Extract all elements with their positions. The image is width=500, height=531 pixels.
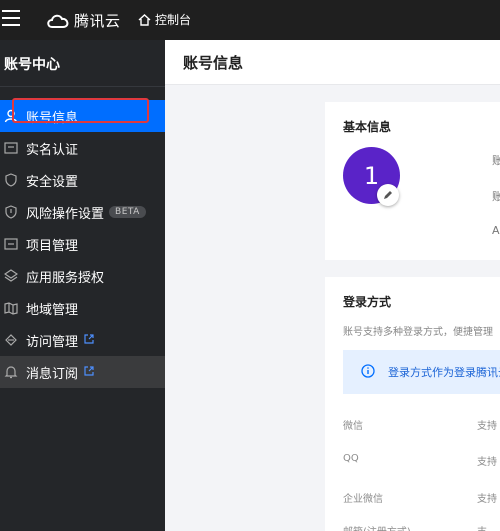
shield-icon <box>3 172 19 188</box>
account-field-label: 账 <box>492 190 500 203</box>
layers-icon <box>3 268 19 284</box>
page-title: 账号信息 <box>183 54 244 72</box>
console-label: 控制台 <box>155 13 192 27</box>
login-method-label: 邮箱(注册方式) <box>343 523 411 531</box>
login-method-label: 微信 <box>343 421 363 432</box>
account-field-label: 账 <box>492 154 500 167</box>
login-methods-description: 账号支持多种登录方式，便捷管理 <box>343 327 493 338</box>
external-link-icon <box>84 365 94 380</box>
sidebar-title: 账号中心 <box>4 57 60 73</box>
map-icon <box>3 300 19 316</box>
info-icon <box>361 363 375 382</box>
info-notice: 登录方式作为登录腾讯云 <box>343 350 500 394</box>
sidebar-item-access-mgmt[interactable]: 访问管理 <box>0 324 165 356</box>
top-navbar: 腾讯云 控制台 <box>0 0 500 40</box>
sidebar-item-label: 访问管理 <box>26 334 79 350</box>
external-link-icon <box>84 333 94 348</box>
basic-info-card: 基本信息 1 账 账 A <box>325 102 500 260</box>
beta-badge: BETA <box>109 206 146 218</box>
sidebar-item-risk-settings[interactable]: 风险操作设置 BETA <box>0 196 165 228</box>
login-methods-card: 登录方式 账号支持多种登录方式，便捷管理 登录方式作为登录腾讯云 微信 支持 Q… <box>325 277 500 531</box>
highlight-box <box>12 98 149 123</box>
login-method-label: QQ <box>343 453 359 464</box>
sidebar-item-regions[interactable]: 地域管理 <box>0 292 165 324</box>
brand-name: 腾讯云 <box>74 12 121 30</box>
notice-text: 登录方式作为登录腾讯云 <box>388 366 500 379</box>
sidebar-item-label: 地域管理 <box>26 302 79 318</box>
login-method-label: 企业微信 <box>343 494 383 505</box>
sidebar-item-verification[interactable]: 实名认证 <box>0 132 165 164</box>
brand-logo[interactable]: 腾讯云 <box>46 10 121 31</box>
pencil-icon <box>384 191 392 199</box>
console-link[interactable]: 控制台 <box>138 11 191 28</box>
sidebar-item-label: 项目管理 <box>26 238 79 254</box>
menu-icon[interactable] <box>2 10 20 26</box>
sidebar-item-label: 实名认证 <box>26 142 79 158</box>
login-method-status: 支持 <box>477 421 497 432</box>
id-card-icon <box>3 140 19 156</box>
folder-icon <box>3 236 19 252</box>
access-icon <box>3 332 19 348</box>
sidebar-item-subscriptions[interactable]: 消息订阅 <box>0 356 165 388</box>
login-method-status: 支持 <box>477 457 497 468</box>
cloud-logo-icon <box>47 14 69 28</box>
login-method-status: 支 <box>477 523 487 531</box>
sidebar-item-label: 风险操作设置 <box>26 206 105 222</box>
account-field-label: A <box>492 224 500 237</box>
sidebar-item-label: 应用服务授权 <box>26 270 105 286</box>
edit-avatar-button[interactable] <box>377 184 399 206</box>
sidebar-item-app-auth[interactable]: 应用服务授权 <box>0 260 165 292</box>
home-icon <box>138 13 151 26</box>
bell-icon <box>3 364 19 380</box>
login-methods-title: 登录方式 <box>343 295 392 309</box>
main-header: 账号信息 <box>165 40 500 85</box>
basic-info-title: 基本信息 <box>343 120 392 134</box>
sidebar-item-security[interactable]: 安全设置 <box>0 164 165 196</box>
sidebar-item-projects[interactable]: 项目管理 <box>0 228 165 260</box>
shield-alert-icon <box>3 204 19 220</box>
sidebar-item-label: 安全设置 <box>26 174 79 190</box>
sidebar-divider <box>0 86 165 87</box>
sidebar-item-label: 消息订阅 <box>26 366 79 382</box>
login-method-status: 支持 <box>477 494 497 505</box>
